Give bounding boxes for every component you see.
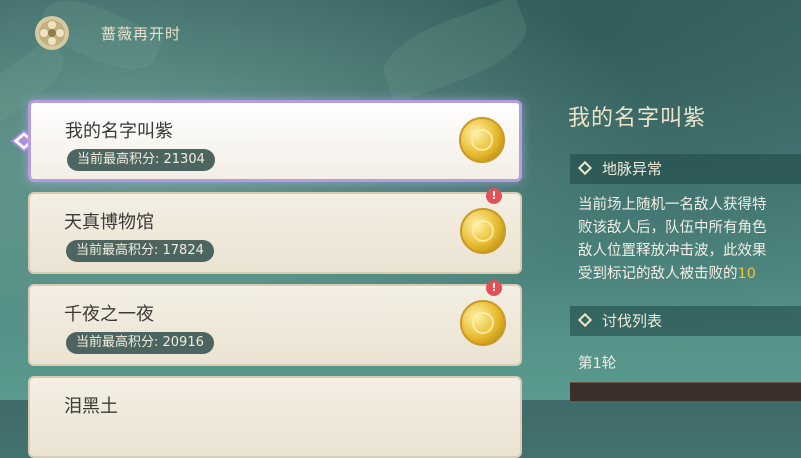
description-line: 当前场上随机一名敌人获得特 <box>578 197 767 213</box>
high-score-badge: 当前最高积分: 20916 <box>66 332 214 354</box>
domain-name: 泪黑土 <box>64 396 118 417</box>
high-score-badge: 当前最高积分: 21304 <box>67 149 215 171</box>
domain-card-3[interactable]: 千夜之一夜 当前最高积分: 20916 ! <box>28 280 522 366</box>
section-label: 地脉异常 <box>602 160 663 178</box>
gold-rose-medal-icon <box>460 300 506 346</box>
description-line: 受到标记的敌人被击败的10 <box>578 263 801 286</box>
highlight-number: 10 <box>737 266 756 282</box>
domain-name: 天真博物馆 <box>64 212 154 233</box>
gold-rose-medal-icon <box>459 117 505 163</box>
section-header-challenge-list: 讨伐列表 <box>570 306 801 336</box>
domain-card-4[interactable]: 泪黑土 <box>28 376 522 458</box>
enemy-thumbnail[interactable] <box>570 382 801 401</box>
domain-card-2[interactable]: 天真博物馆 当前最高积分: 17824 ! <box>28 188 522 274</box>
domain-name: 千夜之一夜 <box>64 304 154 325</box>
description-line: 敌人位置释放冲击波，此效果 <box>578 243 767 259</box>
section-header-ley-line: 地脉异常 <box>570 154 801 184</box>
section-label: 讨伐列表 <box>602 312 663 330</box>
detail-title: 我的名字叫紫 <box>568 106 707 131</box>
diamond-icon <box>577 160 593 176</box>
round-label: 第1轮 <box>578 356 617 372</box>
domain-name: 我的名字叫紫 <box>65 121 173 142</box>
alert-icon: ! <box>486 280 502 296</box>
rose-emblem-icon <box>35 16 69 50</box>
domain-card-1[interactable]: 我的名字叫紫 当前最高积分: 21304 <box>28 100 522 182</box>
event-title: 蔷薇再开时 <box>101 25 182 43</box>
description-line: 败该敌人后，队伍中所有角色 <box>578 220 767 236</box>
diamond-icon <box>577 312 593 328</box>
description-text: 受到标记的敌人被击败的 <box>578 266 738 282</box>
alert-icon: ! <box>486 188 502 204</box>
high-score-badge: 当前最高积分: 17824 <box>66 240 214 262</box>
ley-line-description: 当前场上随机一名敌人获得特 败该敌人后，队伍中所有角色 敌人位置释放冲击波，此效… <box>578 194 801 286</box>
gold-rose-medal-icon <box>460 208 506 254</box>
